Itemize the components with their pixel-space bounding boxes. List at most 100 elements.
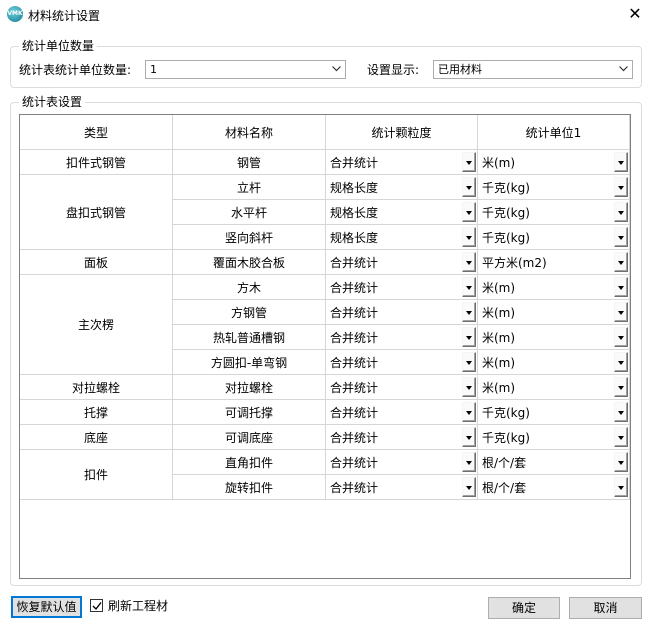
dropdown-arrow-icon[interactable] — [462, 177, 476, 197]
material-name-cell: 立杆 — [173, 175, 326, 200]
dropdown-arrow-icon[interactable] — [462, 302, 476, 322]
unit-value: 米(m) — [482, 305, 516, 320]
granularity-dropdown[interactable]: 规格长度 — [326, 225, 478, 250]
unit-value: 米(m) — [482, 330, 516, 345]
dropdown-arrow-icon[interactable] — [462, 477, 476, 497]
dropdown-arrow-icon[interactable] — [614, 477, 628, 497]
table-group-legend: 统计表设置 — [19, 95, 86, 109]
unit-value: 千克(kg) — [482, 230, 530, 245]
granularity-dropdown[interactable]: 合并统计 — [326, 275, 478, 300]
title-bar: VMK 材料统计设置 ✕ — [0, 0, 648, 30]
granularity-value: 规格长度 — [330, 205, 379, 220]
unit-dropdown[interactable]: 平方米(m2) — [478, 250, 630, 275]
unit-group-legend: 统计单位数量 — [19, 39, 98, 53]
refresh-materials-checkbox[interactable] — [90, 599, 103, 612]
chevron-down-icon — [330, 61, 342, 78]
unit-dropdown[interactable]: 千克(kg) — [478, 425, 630, 450]
ok-button[interactable]: 确定 — [488, 597, 560, 619]
unit-dropdown[interactable]: 根/个/套 — [478, 475, 630, 500]
dropdown-arrow-icon[interactable] — [462, 352, 476, 372]
granularity-value: 合并统计 — [330, 405, 379, 420]
material-settings-table[interactable]: 类型 材料名称 统计颗粒度 统计单位1 扣件式钢管 钢管 合并统计 米(m) 盘扣式钢管… — [19, 114, 631, 579]
material-name-cell: 可调托撑 — [173, 400, 326, 425]
unit-dropdown[interactable]: 千克(kg) — [478, 200, 630, 225]
dropdown-arrow-icon[interactable] — [614, 252, 628, 272]
dropdown-arrow-icon[interactable] — [614, 177, 628, 197]
granularity-dropdown[interactable]: 合并统计 — [326, 350, 478, 375]
dropdown-arrow-icon[interactable] — [462, 452, 476, 472]
granularity-dropdown[interactable]: 合并统计 — [326, 400, 478, 425]
cancel-button[interactable]: 取消 — [569, 597, 642, 619]
unit-dropdown[interactable]: 千克(kg) — [478, 400, 630, 425]
dropdown-arrow-icon[interactable] — [614, 277, 628, 297]
granularity-dropdown[interactable]: 合并统计 — [326, 150, 478, 175]
unit-value: 米(m) — [482, 380, 516, 395]
granularity-value: 合并统计 — [330, 305, 379, 320]
unit-dropdown[interactable]: 千克(kg) — [478, 225, 630, 250]
granularity-dropdown[interactable]: 规格长度 — [326, 175, 478, 200]
dropdown-arrow-icon[interactable] — [462, 377, 476, 397]
dropdown-arrow-icon[interactable] — [614, 402, 628, 422]
granularity-dropdown[interactable]: 合并统计 — [326, 450, 478, 475]
material-name-cell: 覆面木胶合板 — [173, 250, 326, 275]
granularity-dropdown[interactable]: 合并统计 — [326, 250, 478, 275]
type-cell: 扣件式钢管 — [20, 150, 173, 175]
unit-dropdown[interactable]: 米(m) — [478, 275, 630, 300]
unit-value: 平方米(m2) — [482, 255, 547, 270]
header-type: 类型 — [20, 115, 173, 150]
unit-count-dropdown[interactable]: 1 — [145, 60, 346, 79]
dropdown-arrow-icon[interactable] — [614, 302, 628, 322]
unit-dropdown[interactable]: 米(m) — [478, 300, 630, 325]
granularity-dropdown[interactable]: 合并统计 — [326, 425, 478, 450]
granularity-dropdown[interactable]: 合并统计 — [326, 300, 478, 325]
dropdown-arrow-icon[interactable] — [462, 277, 476, 297]
display-setting-value: 已用材料 — [438, 63, 482, 76]
dropdown-arrow-icon[interactable] — [614, 202, 628, 222]
dropdown-arrow-icon[interactable] — [614, 152, 628, 172]
dropdown-arrow-icon[interactable] — [462, 227, 476, 247]
unit-dropdown[interactable]: 千克(kg) — [478, 175, 630, 200]
dropdown-arrow-icon[interactable] — [462, 427, 476, 447]
granularity-value: 规格长度 — [330, 230, 379, 245]
granularity-dropdown[interactable]: 合并统计 — [326, 375, 478, 400]
unit-dropdown[interactable]: 根/个/套 — [478, 450, 630, 475]
granularity-value: 合并统计 — [330, 355, 379, 370]
display-setting-dropdown[interactable]: 已用材料 — [433, 60, 633, 79]
unit-dropdown[interactable]: 米(m) — [478, 350, 630, 375]
dropdown-arrow-icon[interactable] — [614, 452, 628, 472]
granularity-value: 合并统计 — [330, 455, 379, 470]
type-cell: 托撑 — [20, 400, 173, 425]
dropdown-arrow-icon[interactable] — [462, 252, 476, 272]
unit-value: 米(m) — [482, 280, 516, 295]
dropdown-arrow-icon[interactable] — [462, 152, 476, 172]
dropdown-arrow-icon[interactable] — [614, 427, 628, 447]
material-name-cell: 热轧普通槽钢 — [173, 325, 326, 350]
dropdown-arrow-icon[interactable] — [614, 377, 628, 397]
material-name-cell: 直角扣件 — [173, 450, 326, 475]
dropdown-arrow-icon[interactable] — [614, 227, 628, 247]
type-cell: 对拉螺栓 — [20, 375, 173, 400]
granularity-value: 合并统计 — [330, 430, 379, 445]
unit-dropdown[interactable]: 米(m) — [478, 375, 630, 400]
granularity-dropdown[interactable]: 合并统计 — [326, 475, 478, 500]
granularity-dropdown[interactable]: 合并统计 — [326, 325, 478, 350]
material-name-cell: 对拉螺栓 — [173, 375, 326, 400]
granularity-value: 合并统计 — [330, 380, 379, 395]
dropdown-arrow-icon[interactable] — [462, 402, 476, 422]
unit-dropdown[interactable]: 米(m) — [478, 150, 630, 175]
dropdown-arrow-icon[interactable] — [614, 327, 628, 347]
dropdown-arrow-icon[interactable] — [462, 327, 476, 347]
granularity-dropdown[interactable]: 规格长度 — [326, 200, 478, 225]
type-cell: 盘扣式钢管 — [20, 175, 173, 250]
restore-defaults-button[interactable]: 恢复默认值 — [11, 596, 82, 618]
granularity-value: 合并统计 — [330, 155, 379, 170]
unit-dropdown[interactable]: 米(m) — [478, 325, 630, 350]
checkmark-icon — [92, 602, 102, 611]
unit-value: 米(m) — [482, 355, 516, 370]
dropdown-arrow-icon[interactable] — [614, 352, 628, 372]
type-cell: 扣件 — [20, 450, 173, 500]
close-button[interactable]: ✕ — [624, 4, 646, 24]
material-name-cell: 方圆扣-单弯钢 — [173, 350, 326, 375]
dropdown-arrow-icon[interactable] — [462, 202, 476, 222]
material-name-cell: 水平杆 — [173, 200, 326, 225]
